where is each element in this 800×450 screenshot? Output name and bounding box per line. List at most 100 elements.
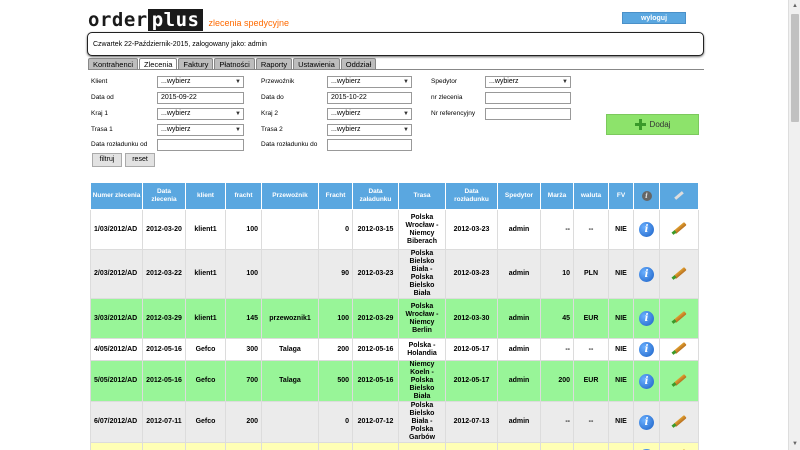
kraj2-select[interactable]: ...wybierz ▼ bbox=[327, 108, 412, 120]
page-scrollbar[interactable]: ▲ ▼ bbox=[788, 0, 800, 450]
cell-fracht-przewoznik: 90 bbox=[318, 249, 353, 299]
trasa1-select-value: ...wybierz bbox=[161, 126, 191, 133]
data-rozl-do-input[interactable] bbox=[327, 139, 412, 151]
trasa2-select[interactable]: ...wybierz ▼ bbox=[327, 124, 412, 136]
nr-zlecenia-input[interactable] bbox=[485, 92, 571, 104]
info-icon[interactable]: i bbox=[639, 222, 654, 237]
spedytor-select[interactable]: ...wybierz ▼ bbox=[485, 76, 571, 88]
pencil-icon[interactable] bbox=[670, 413, 688, 429]
cell-klient: klient1 bbox=[185, 298, 226, 339]
cell-data-zaladunku: 2012-05-16 bbox=[352, 360, 399, 402]
pencil-icon[interactable] bbox=[670, 340, 688, 356]
chevron-down-icon: ▼ bbox=[235, 127, 241, 133]
data-rozl-od-input[interactable] bbox=[157, 139, 244, 151]
plus-icon bbox=[634, 119, 646, 130]
data-rozl-do-label: Data rozładunku do bbox=[261, 141, 318, 148]
status-bar: Czwartek 22-Październik-2015, zalogowany… bbox=[87, 32, 704, 56]
pencil-icon[interactable] bbox=[670, 265, 688, 281]
add-order-button[interactable]: Dodaj bbox=[606, 114, 699, 135]
table-header-row: Numer zlecenia Data zlecenia klient frac… bbox=[90, 182, 699, 210]
info-icon[interactable]: i bbox=[639, 311, 654, 326]
cell-trasa: Polska Wrocław - Niemcy Biberach bbox=[398, 209, 446, 250]
pencil-icon[interactable] bbox=[670, 309, 688, 325]
data-od-label: Data od bbox=[91, 94, 114, 101]
cell-data-zaladunku: 2012-03-29 bbox=[352, 298, 399, 339]
col-header-fv[interactable]: FV bbox=[608, 182, 634, 210]
przewoznik-select[interactable]: ...wybierz ▼ bbox=[327, 76, 412, 88]
cell-data-zaladunku: 2012-09-25 bbox=[352, 442, 399, 450]
cell-fv: NIE bbox=[608, 401, 634, 443]
klient-select[interactable]: ...wybierz ▼ bbox=[157, 76, 244, 88]
nr-ref-label: Nr referencyjny bbox=[431, 110, 476, 117]
table-row[interactable]: 1/03/2012/AD 2012-03-20 klient1 100 0 2012-03… bbox=[90, 209, 699, 250]
cell-data-zlecenia: 2012-09-25 bbox=[142, 442, 186, 450]
data-od-input[interactable]: 2015-09-22 bbox=[157, 92, 244, 104]
cell-data-zlecenia: 2012-03-22 bbox=[142, 249, 186, 299]
cell-edit bbox=[659, 338, 699, 361]
logo-order-text: order bbox=[88, 9, 148, 31]
cell-spedytor: admin bbox=[497, 209, 541, 250]
table-row[interactable]: 4/05/2012/AD 2012-05-16 Gefco 300 Talaga 200 2… bbox=[90, 338, 699, 361]
table-row[interactable]: 5/05/2012/AD 2012-05-16 Gefco 700 Talaga 500 2… bbox=[90, 360, 699, 402]
cell-waluta: -- bbox=[573, 401, 609, 443]
cell-edit bbox=[659, 442, 699, 450]
col-header-spedytor[interactable]: Spedytor bbox=[497, 182, 541, 210]
col-header-data-rozladunku[interactable]: Data rozładunku bbox=[445, 182, 498, 210]
cell-data-zaladunku: 2012-03-15 bbox=[352, 209, 399, 250]
cell-trasa: Niemcy Koeln - Polska Bielsko Biała bbox=[398, 360, 446, 402]
col-header-fracht-przewoznik[interactable]: Fracht bbox=[318, 182, 353, 210]
scrollbar-thumb[interactable] bbox=[791, 14, 799, 122]
data-do-input[interactable]: 2015-10-22 bbox=[327, 92, 412, 104]
info-icon[interactable]: i bbox=[639, 373, 654, 389]
scroll-down-arrow-icon[interactable]: ▼ bbox=[789, 438, 800, 450]
cell-fracht-przewoznik: 500 bbox=[318, 360, 353, 402]
pencil-icon[interactable] bbox=[670, 220, 688, 236]
info-icon[interactable]: i bbox=[639, 342, 654, 357]
pencil-icon bbox=[673, 190, 685, 200]
filter-button[interactable]: filtruj bbox=[92, 153, 122, 167]
col-header-info: i bbox=[633, 182, 660, 210]
cell-fv: NIE bbox=[608, 298, 634, 339]
cell-marza: 200 bbox=[540, 360, 574, 402]
col-header-fracht-klient[interactable]: fracht bbox=[225, 182, 262, 210]
table-row[interactable]: 7/09/2012/AD2012-09-25DLS002012-09-25Pol… bbox=[90, 442, 699, 450]
reset-button[interactable]: reset bbox=[125, 153, 155, 167]
cell-numer: 7/09/2012/AD bbox=[90, 442, 143, 450]
trasa1-select[interactable]: ...wybierz ▼ bbox=[157, 124, 244, 136]
cell-numer: 1/03/2012/AD bbox=[90, 209, 143, 250]
kraj1-label: Kraj 1 bbox=[91, 110, 108, 117]
add-order-label: Dodaj bbox=[649, 120, 671, 129]
cell-waluta: PLN bbox=[573, 249, 609, 299]
col-header-klient[interactable]: klient bbox=[185, 182, 226, 210]
cell-fracht-klient: 145 bbox=[225, 298, 262, 339]
info-icon[interactable]: i bbox=[639, 414, 654, 430]
scroll-up-arrow-icon[interactable]: ▲ bbox=[789, 0, 800, 12]
col-header-data-zlecenia[interactable]: Data zlecenia bbox=[142, 182, 186, 210]
kraj2-label: Kraj 2 bbox=[261, 110, 278, 117]
col-header-numer[interactable]: Numer zlecenia bbox=[90, 182, 143, 210]
kraj1-select[interactable]: ...wybierz ▼ bbox=[157, 108, 244, 120]
cell-edit bbox=[659, 298, 699, 339]
info-icon[interactable]: i bbox=[639, 266, 654, 282]
table-row[interactable]: 2/03/2012/AD 2012-03-22 klient1 100 90 2012-0… bbox=[90, 249, 699, 299]
col-header-marza[interactable]: Marża bbox=[540, 182, 574, 210]
nr-ref-input[interactable] bbox=[485, 108, 571, 120]
table-row[interactable]: 6/07/2012/AD 2012-07-11 Gefco 200 0 2012-07-1… bbox=[90, 401, 699, 443]
orders-table: Numer zlecenia Data zlecenia klient frac… bbox=[90, 182, 699, 450]
logout-button[interactable]: wyloguj bbox=[622, 12, 686, 24]
cell-data-zlecenia: 2012-07-11 bbox=[142, 401, 186, 443]
col-header-data-zaladunku[interactable]: Data załadunku bbox=[352, 182, 399, 210]
cell-data-zaladunku: 2012-07-12 bbox=[352, 401, 399, 443]
table-row[interactable]: 3/03/2012/AD 2012-03-29 klient1 145 przewozn… bbox=[90, 298, 699, 339]
col-header-przewoznik[interactable]: Przewoźnik bbox=[261, 182, 319, 210]
cell-fracht-klient: 100 bbox=[225, 249, 262, 299]
cell-info: i bbox=[633, 360, 660, 402]
spedytor-label: Spedytor bbox=[431, 78, 458, 85]
col-header-waluta[interactable]: waluta bbox=[573, 182, 609, 210]
cell-przewoznik: Talaga bbox=[261, 360, 319, 402]
cell-klient: klient1 bbox=[185, 249, 226, 299]
cell-fv: NIE bbox=[608, 209, 634, 250]
cell-info: i bbox=[633, 338, 660, 361]
pencil-icon[interactable] bbox=[670, 372, 688, 388]
col-header-trasa[interactable]: Trasa bbox=[398, 182, 446, 210]
